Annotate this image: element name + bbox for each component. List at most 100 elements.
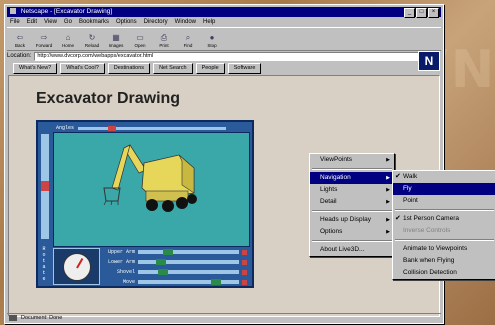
submenu-item-point[interactable]: Point	[393, 195, 495, 207]
submenu-item-inverse-controls: Inverse Controls	[403, 227, 451, 234]
menu-view[interactable]: View	[44, 18, 57, 26]
status-bar: Document: Done	[7, 313, 441, 322]
wheel	[146, 199, 158, 211]
menu-item-heads-up-display[interactable]: Heads up Display ▶	[310, 214, 394, 226]
minimize-button[interactable]: _	[404, 8, 415, 18]
menu-bar: File Edit View Go Bookmarks Options Dire…	[7, 18, 441, 26]
submenu-item-animate-to-viewpoints[interactable]: Animate to Viewpoints	[393, 243, 495, 255]
submenu-arrow-icon: ▶	[386, 217, 390, 223]
context-menu: ViewPoints ▶ Navigation ▶ Lights ▶ Detail ▶ …	[309, 153, 395, 257]
software-button[interactable]: Software	[227, 63, 262, 74]
status-text: Document: Done	[21, 315, 63, 321]
location-bar: Location: http://www.dvcorp.com/webapps/…	[7, 51, 419, 61]
maximize-button[interactable]: □	[416, 8, 427, 18]
location-label: Location:	[7, 53, 32, 59]
submenu-arrow-icon: ▶	[386, 229, 390, 235]
lower-arm-control[interactable]: Lower Arm	[102, 258, 247, 266]
angles-knob[interactable]	[107, 125, 116, 131]
print-button[interactable]: ⎙ Print	[153, 28, 175, 48]
page-title: Excavator Drawing	[36, 90, 181, 107]
wheel	[162, 200, 174, 212]
window-title: Netscape - [Excavator Drawing]	[20, 8, 113, 15]
open-button[interactable]: ▭ Open	[129, 28, 151, 48]
menu-item-options[interactable]: Options ▶	[310, 226, 394, 238]
3d-viewport[interactable]	[53, 132, 250, 247]
excavator-model	[103, 144, 197, 212]
print-icon: ⎙	[160, 33, 168, 42]
menu-separator	[395, 239, 494, 241]
move-knob[interactable]	[210, 279, 221, 285]
menu-item-about[interactable]: About Live3D...	[310, 244, 394, 256]
shovel-knob[interactable]	[158, 269, 169, 275]
submenu-arrow-icon: ▶	[386, 199, 390, 205]
angles-label: Angles	[56, 125, 75, 131]
menu-options[interactable]: Options	[116, 18, 137, 26]
submenu-item-fly[interactable]: Fly	[393, 183, 495, 195]
submenu-arrow-icon: ▶	[386, 157, 390, 163]
menu-item-lights[interactable]: Lights ▶	[310, 184, 394, 196]
title-bar: Netscape - [Excavator Drawing] _ □ ×	[7, 7, 441, 18]
reload-button[interactable]: ↻ Reload	[81, 28, 103, 48]
security-key-icon	[9, 315, 17, 321]
checkmark-icon: ✔	[395, 215, 401, 222]
back-button[interactable]: ⇦ Back	[9, 28, 31, 48]
gauge-needle	[76, 257, 84, 269]
stop-icon: ●	[209, 33, 215, 42]
reload-icon: ↻	[88, 33, 96, 42]
shovel-control[interactable]: Shovel	[102, 268, 247, 276]
whats-cool-button[interactable]: What's Cool?	[60, 63, 105, 74]
home-icon: ⌂	[65, 33, 71, 42]
net-search-button[interactable]: Net Search	[153, 63, 193, 74]
menu-window[interactable]: Window	[175, 18, 196, 26]
menu-separator	[312, 168, 392, 170]
destinations-button[interactable]: Destinations	[107, 63, 151, 74]
submenu-arrow-icon: ▶	[386, 187, 390, 193]
forward-arrow-icon: ⇨	[40, 33, 48, 42]
menu-file[interactable]: File	[10, 18, 20, 26]
submenu-item-1st-person-camera[interactable]: ✔ 1st Person Camera	[393, 213, 495, 225]
menu-item-detail[interactable]: Detail ▶	[310, 196, 394, 208]
menu-bookmarks[interactable]: Bookmarks	[79, 18, 109, 26]
back-arrow-icon: ⇦	[16, 33, 24, 42]
submenu-item-walk[interactable]: ✔ Walk	[393, 171, 495, 183]
forward-button[interactable]: ⇨ Forward	[33, 28, 55, 48]
lower-arm-knob[interactable]	[156, 259, 167, 265]
close-button[interactable]: ×	[428, 8, 439, 18]
angles-slider[interactable]: Angles	[56, 125, 226, 131]
upper-arm-knob[interactable]	[163, 249, 174, 255]
stop-button[interactable]: ● Stop	[201, 28, 223, 48]
menu-item-navigation[interactable]: Navigation ▶	[310, 172, 394, 184]
checkmark-icon: ✔	[395, 173, 401, 180]
menu-separator	[395, 209, 494, 211]
url-input[interactable]: http://www.dvcorp.com/webapps/excavator.…	[34, 51, 419, 61]
menu-item-viewpoints[interactable]: ViewPoints ▶	[310, 154, 394, 166]
directory-buttons: What's New? What's Cool? Destinations Ne…	[13, 63, 262, 74]
menu-separator	[312, 210, 392, 212]
people-button[interactable]: People	[195, 63, 225, 74]
wheel	[176, 197, 188, 209]
rotate-label: Rotate	[42, 246, 46, 282]
vertical-knob[interactable]	[41, 181, 49, 192]
toolbar: ⇦ Back ⇨ Forward ⌂ Home ↻ Reload ▦ Images ▭ Op…	[7, 27, 441, 51]
menu-edit[interactable]: Edit	[27, 18, 37, 26]
submenu-item-collision-detection[interactable]: Collision Detection	[393, 267, 495, 279]
whats-new-button[interactable]: What's New?	[13, 63, 58, 74]
navigation-submenu: ✔ Walk Fly Point ✔ 1st Person Camera Inver…	[392, 170, 495, 280]
system-menu-icon[interactable]	[10, 8, 16, 15]
move-control[interactable]: Move	[102, 278, 247, 286]
speed-gauge	[53, 248, 100, 285]
images-button[interactable]: ▦ Images	[105, 28, 127, 48]
open-icon: ▭	[136, 33, 144, 42]
netscape-logo-icon[interactable]: N	[418, 51, 440, 71]
images-icon: ▦	[112, 33, 120, 42]
vertical-slider[interactable]	[41, 134, 49, 239]
menu-separator	[312, 240, 392, 242]
3d-viewer[interactable]: Angles Rotate Upper Arm Lower Arm Shovel…	[36, 120, 254, 288]
upper-arm-control[interactable]: Upper Arm	[102, 248, 247, 256]
menu-help[interactable]: Help	[203, 18, 215, 26]
home-button[interactable]: ⌂ Home	[57, 28, 79, 48]
menu-directory[interactable]: Directory	[144, 18, 168, 26]
find-button[interactable]: ⌕ Find	[177, 28, 199, 48]
menu-go[interactable]: Go	[64, 18, 72, 26]
submenu-item-bank-when-flying[interactable]: Bank when Flying	[393, 255, 495, 267]
